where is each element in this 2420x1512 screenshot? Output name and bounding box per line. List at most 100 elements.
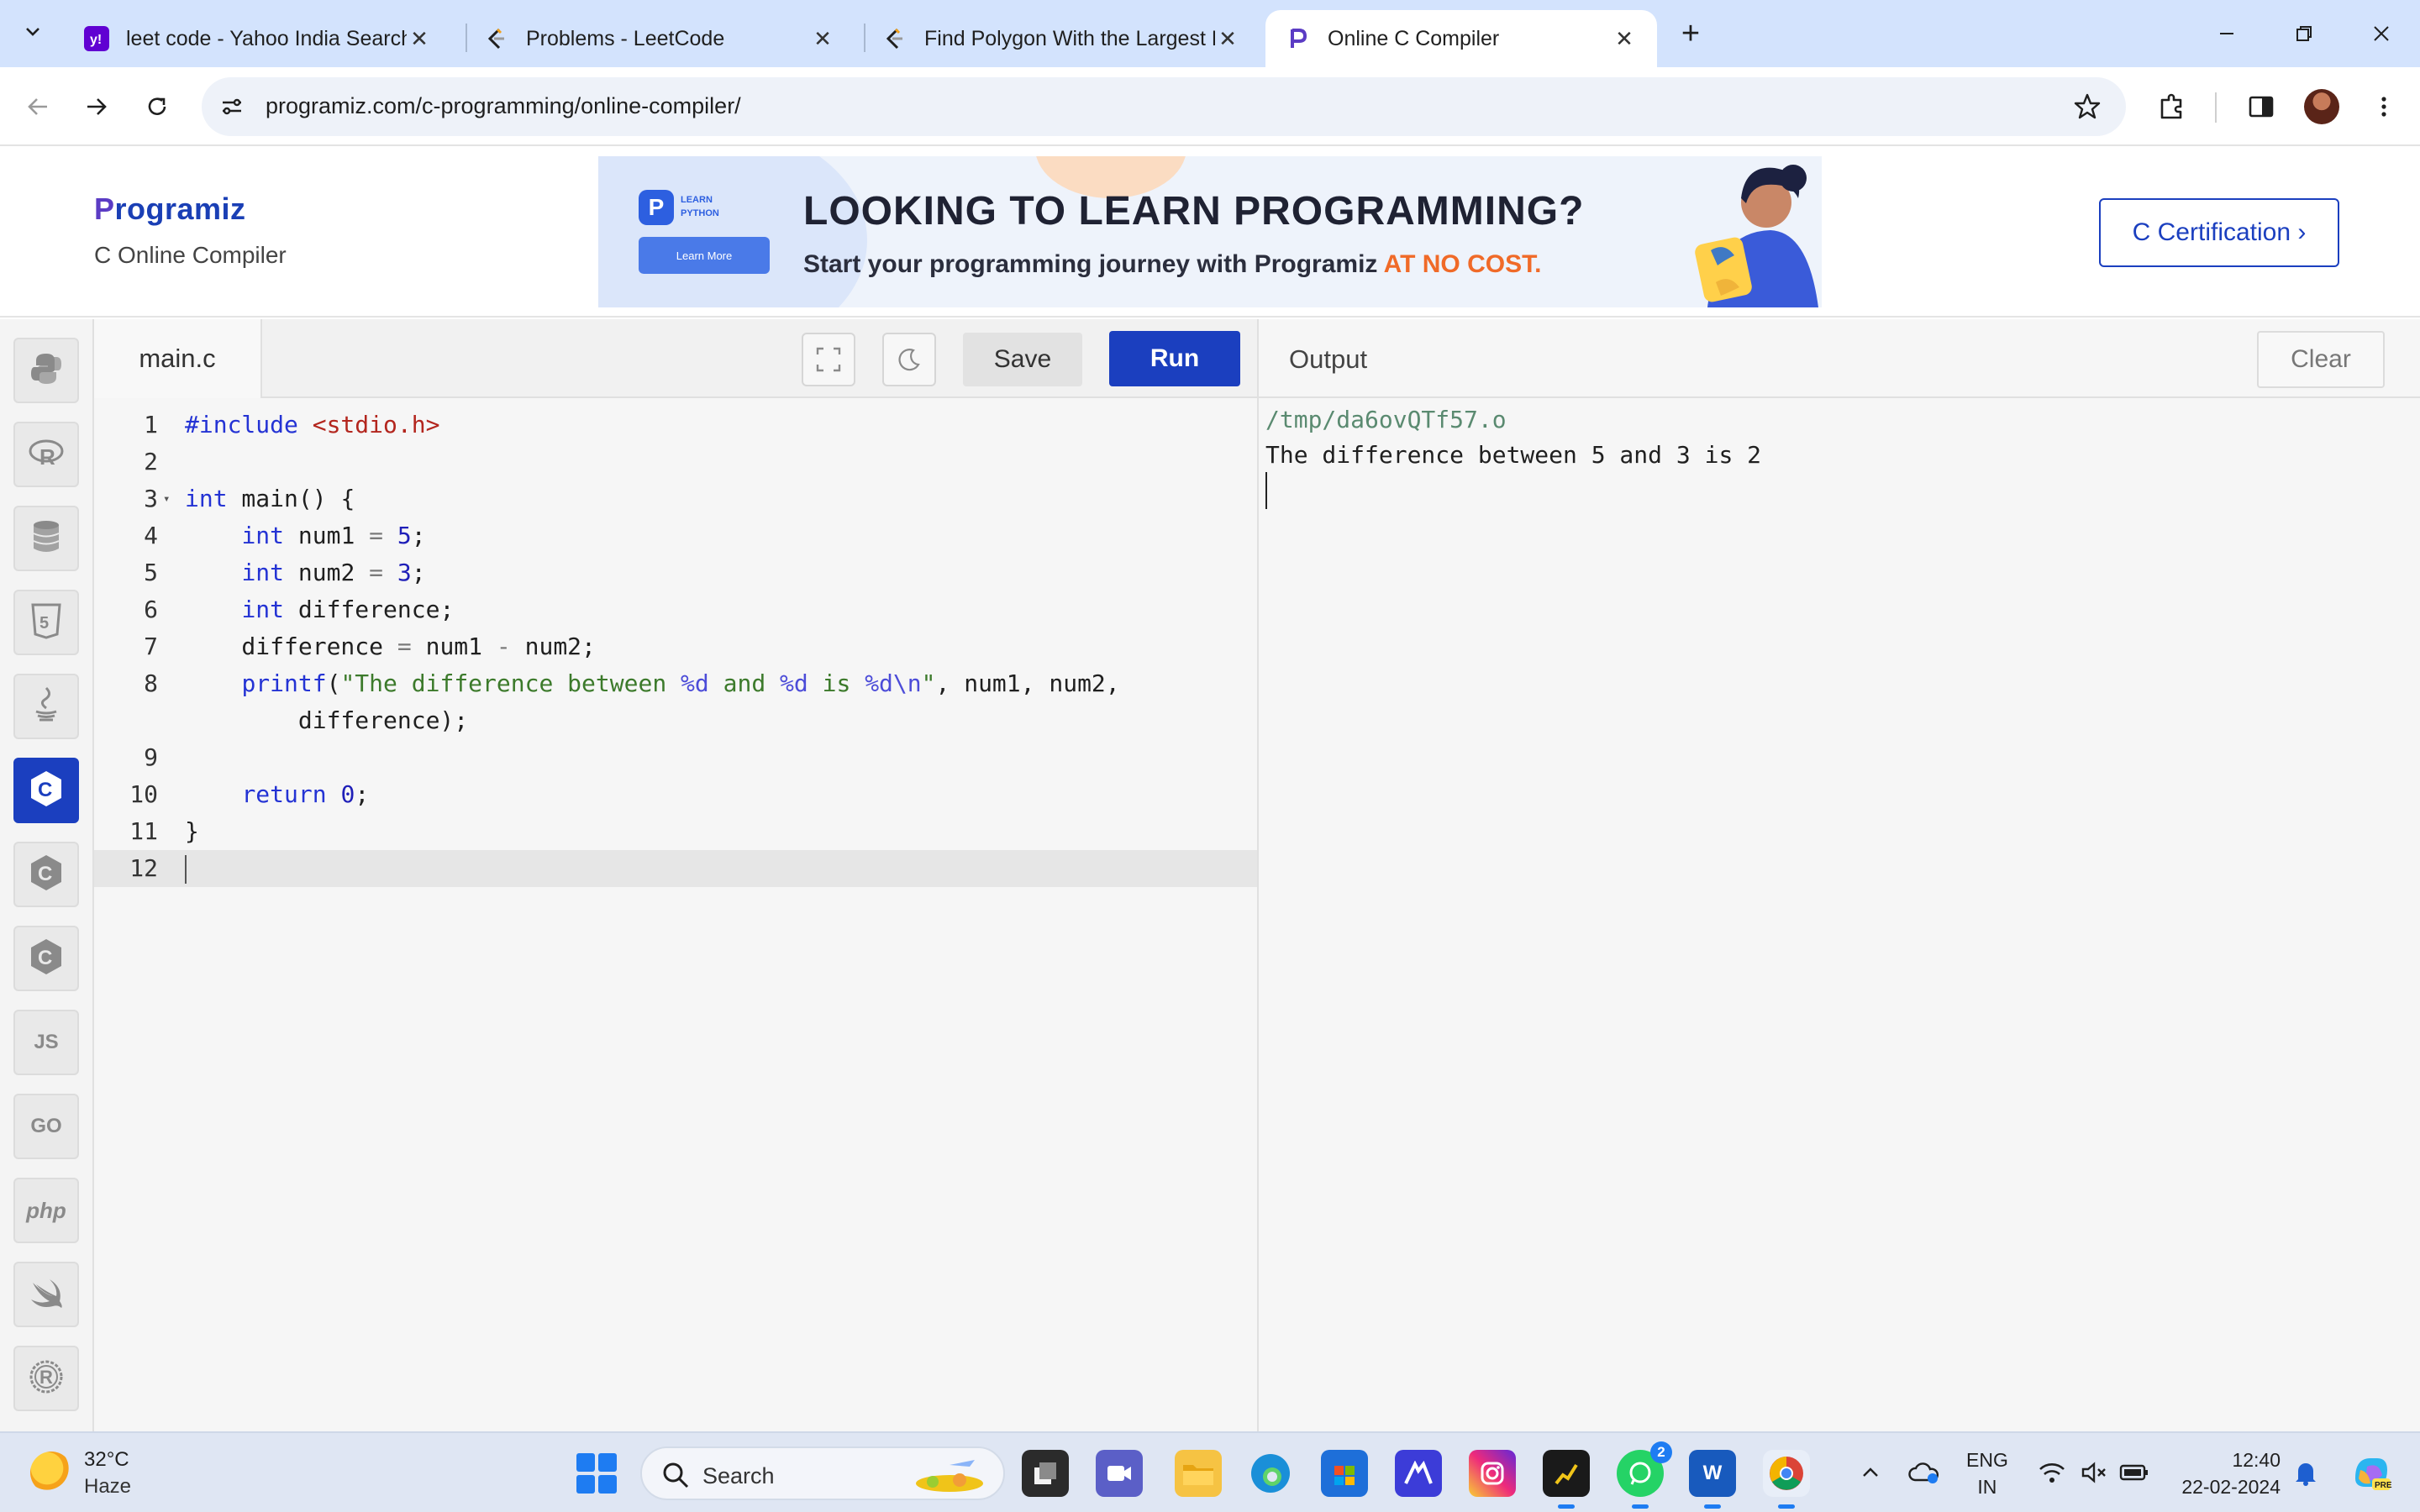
- language-c[interactable]: C: [13, 758, 79, 823]
- file-tab-main-c[interactable]: main.c: [94, 319, 262, 398]
- file-explorer-icon[interactable]: [1175, 1450, 1222, 1497]
- close-icon[interactable]: ✕: [1215, 26, 1240, 51]
- code-line[interactable]: 7 difference = num1 - num2;: [94, 628, 1257, 665]
- weather-sun-icon[interactable]: [30, 1452, 72, 1494]
- new-tab-button[interactable]: +: [1672, 15, 1709, 52]
- code-area[interactable]: 1 #include <stdio.h> 2 3 ▾ int main() {4 int …: [94, 400, 1257, 1431]
- address-bar[interactable]: programiz.com/c-programming/online-compi…: [202, 77, 2126, 136]
- code-line[interactable]: 5 int num2 = 3;: [94, 554, 1257, 591]
- input-language-indicator[interactable]: ENG IN: [1966, 1446, 2008, 1500]
- code-line[interactable]: 9: [94, 739, 1257, 776]
- code-token: , num1, num2,: [935, 669, 1120, 697]
- code-line[interactable]: 1 #include <stdio.h>: [94, 407, 1257, 444]
- task-view-button[interactable]: [1022, 1450, 1069, 1497]
- code-line[interactable]: 2: [94, 444, 1257, 480]
- javascript-icon: JS: [34, 1031, 59, 1053]
- volume-muted-icon[interactable]: [2075, 1452, 2112, 1494]
- microsoft-store-icon[interactable]: [1321, 1450, 1368, 1497]
- minimize-button[interactable]: [2202, 15, 2252, 52]
- clear-output-button[interactable]: Clear: [2257, 331, 2385, 388]
- programiz-logo[interactable]: Programiz: [94, 192, 246, 227]
- bookmark-star-icon[interactable]: [2070, 90, 2104, 123]
- edge-browser-icon[interactable]: [1247, 1450, 1294, 1497]
- taskbar-search-box[interactable]: Search: [640, 1446, 1005, 1500]
- tab-yahoo-search[interactable]: y! leet code - Yahoo India Search R ✕: [64, 10, 452, 67]
- whatsapp-icon[interactable]: 2: [1617, 1441, 1672, 1509]
- language-javascript[interactable]: JS: [13, 1010, 79, 1075]
- code-line[interactable]: 8 printf("The difference between %d and …: [94, 665, 1257, 702]
- code-line[interactable]: 11}: [94, 813, 1257, 850]
- close-icon[interactable]: ✕: [407, 26, 432, 51]
- ad-banner[interactable]: P LEARN PYTHON Learn More LOOKING TO LEAR…: [598, 156, 1822, 307]
- ad-tagline-text: Start your programming journey with Prog…: [803, 250, 1378, 278]
- tab-title: Online C Compiler: [1328, 26, 1500, 50]
- copilot-icon[interactable]: PRE: [2348, 1452, 2395, 1494]
- code-line[interactable]: 10 return 0;: [94, 776, 1257, 813]
- teams-app-icon[interactable]: [1096, 1450, 1143, 1497]
- close-window-button[interactable]: [2356, 15, 2407, 52]
- show-hidden-icons-button[interactable]: [1852, 1452, 1889, 1494]
- tab-leetcode-problems[interactable]: Problems - LeetCode ✕: [464, 10, 855, 67]
- language-java[interactable]: [13, 674, 79, 739]
- close-icon[interactable]: ✕: [810, 26, 835, 51]
- fullscreen-button[interactable]: [802, 333, 855, 386]
- back-button[interactable]: [17, 86, 59, 128]
- profile-avatar[interactable]: [2304, 89, 2339, 124]
- dark-mode-toggle[interactable]: [882, 333, 936, 386]
- chrome-browser-icon[interactable]: [1763, 1450, 1810, 1509]
- side-panel-button[interactable]: [2240, 86, 2282, 128]
- reload-button[interactable]: [136, 86, 178, 128]
- search-icon: [663, 1462, 689, 1488]
- weather-condition[interactable]: Haze: [84, 1475, 131, 1499]
- svg-text:PRE: PRE: [2375, 1481, 2392, 1490]
- instagram-icon[interactable]: [1469, 1450, 1516, 1497]
- language-html5[interactable]: 5: [13, 590, 79, 655]
- ad-learn-more-button[interactable]: Learn More: [639, 237, 770, 274]
- fold-toggle-icon[interactable]: ▾: [163, 480, 170, 517]
- system-clock[interactable]: 12:40 22-02-2024: [2173, 1446, 2281, 1500]
- code-line[interactable]: 12: [94, 850, 1257, 887]
- onedrive-icon[interactable]: [1906, 1452, 1943, 1494]
- close-icon[interactable]: ✕: [1612, 26, 1637, 51]
- run-button[interactable]: Run: [1109, 331, 1240, 386]
- notifications-bell-icon[interactable]: [2287, 1452, 2324, 1494]
- language-cpp[interactable]: C: [13, 842, 79, 907]
- clock-date: 22-02-2024: [2181, 1476, 2281, 1498]
- line-number: 1: [144, 411, 158, 438]
- word-app-icon[interactable]: W: [1689, 1450, 1736, 1509]
- language-csharp[interactable]: C: [13, 926, 79, 991]
- code-line[interactable]: difference);: [94, 702, 1257, 739]
- c-certification-button[interactable]: C Certification ›: [2099, 198, 2339, 267]
- code-line[interactable]: 3 ▾ int main() {: [94, 480, 1257, 517]
- site-info-icon[interactable]: [217, 92, 247, 122]
- extensions-button[interactable]: [2151, 86, 2193, 128]
- tab-find-polygon[interactable]: Find Polygon With the Largest P ✕: [862, 10, 1260, 67]
- language-rust[interactable]: R: [13, 1346, 79, 1411]
- wifi-icon[interactable]: [2033, 1452, 2070, 1494]
- start-button[interactable]: [576, 1453, 617, 1494]
- tab-search-button[interactable]: [15, 13, 50, 49]
- code-line[interactable]: 4 int num1 = 5;: [94, 517, 1257, 554]
- language-php[interactable]: php: [13, 1178, 79, 1243]
- code-token: num2: [284, 559, 370, 586]
- language-swift[interactable]: [13, 1262, 79, 1327]
- code-line[interactable]: 6 int difference;: [94, 591, 1257, 628]
- save-button[interactable]: Save: [963, 333, 1082, 386]
- language-r[interactable]: R: [13, 422, 79, 487]
- search-highlight-illustration: [916, 1460, 983, 1492]
- browser-menu-button[interactable]: [2363, 86, 2405, 128]
- tab-online-c-compiler[interactable]: Online C Compiler ✕: [1265, 10, 1657, 67]
- html5-icon: 5: [29, 602, 63, 643]
- forward-button[interactable]: [76, 86, 118, 128]
- battery-icon[interactable]: [2116, 1452, 2153, 1494]
- restore-button[interactable]: [2279, 15, 2329, 52]
- language-python[interactable]: [13, 338, 79, 403]
- productivity-app-icon[interactable]: [1395, 1450, 1442, 1497]
- language-sql[interactable]: [13, 506, 79, 571]
- finance-app-icon[interactable]: [1543, 1450, 1590, 1509]
- weather-temperature[interactable]: 32°C: [84, 1448, 129, 1472]
- chevron-up-icon: [1863, 1467, 1878, 1477]
- language-go[interactable]: GO: [13, 1094, 79, 1159]
- code-token: main() {: [227, 485, 355, 512]
